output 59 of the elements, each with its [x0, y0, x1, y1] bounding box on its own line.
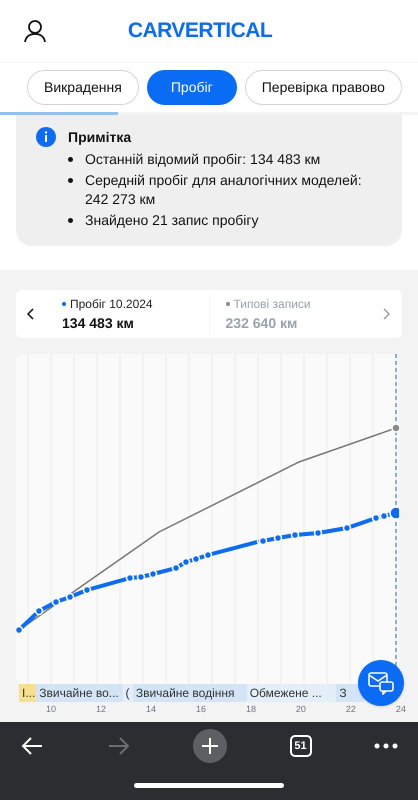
tab[interactable]: Пробіг: [146, 70, 237, 105]
axis-label: 24: [396, 704, 406, 714]
tab[interactable]: Викрадення: [27, 70, 139, 105]
mileage-point[interactable]: [148, 570, 158, 578]
chat-button[interactable]: [358, 660, 404, 706]
mail-icon: [368, 671, 394, 695]
user-icon[interactable]: [24, 19, 46, 43]
summary-value: 232 640 км: [226, 314, 298, 332]
mileage-point[interactable]: [34, 606, 44, 616]
axis-label: 14: [146, 704, 156, 714]
summary-value: 134 483 км: [62, 314, 135, 332]
mileage-point[interactable]: [314, 528, 322, 538]
timeline-segment: З: [336, 684, 364, 702]
summary-label: Пробіг 10.2024: [70, 296, 153, 312]
tab-count-button[interactable]: 51: [290, 735, 312, 757]
summary-label: Типові записи: [234, 296, 311, 312]
mileage-point[interactable]: [204, 550, 212, 560]
plus-icon: [201, 737, 219, 755]
new-tab-button[interactable]: [193, 729, 227, 763]
timeline-segment: Звичайне во...: [36, 684, 122, 702]
mileage-point[interactable]: [258, 536, 268, 546]
mileage-point[interactable]: [182, 558, 190, 566]
mileage-point[interactable]: [290, 530, 300, 540]
timeline-segment: (: [122, 684, 133, 702]
axis-label: 22: [346, 704, 356, 714]
mileage-point[interactable]: [126, 574, 134, 582]
mileage-point[interactable]: [372, 514, 380, 522]
mileage-point[interactable]: [52, 598, 60, 606]
logo[interactable]: CARVERTICAL: [128, 15, 272, 47]
mileage-point[interactable]: [16, 626, 24, 634]
axis-label: 10: [46, 704, 56, 714]
timeline-segment: Звичайне водіння: [132, 684, 247, 702]
bullet-icon: [68, 178, 73, 183]
more-icon[interactable]: [374, 743, 398, 749]
bullet-icon: [68, 218, 73, 223]
mileage-point[interactable]: [389, 506, 399, 520]
mileage-point[interactable]: [274, 534, 282, 542]
mileage-point[interactable]: [66, 592, 74, 602]
tab[interactable]: Перевірка правово: [244, 70, 402, 105]
timeline-segment: Обмежене ...: [246, 684, 336, 702]
typical-mileage-point[interactable]: [391, 423, 399, 433]
mileage-point[interactable]: [136, 572, 146, 582]
mileage-point[interactable]: [172, 564, 180, 572]
note-title: Примітка: [68, 128, 132, 147]
axis-label: 16: [196, 704, 206, 714]
mileage-point[interactable]: [82, 586, 92, 594]
back-icon[interactable]: [20, 736, 44, 756]
mileage-point[interactable]: [380, 512, 388, 520]
mileage-point[interactable]: [342, 524, 352, 532]
timeline-segment: І...: [19, 684, 36, 702]
axis-label: 12: [96, 704, 106, 714]
mileage-point[interactable]: [192, 554, 200, 564]
note-item: Знайдено 21 запис пробігу: [85, 211, 259, 230]
bullet-icon: [68, 157, 73, 162]
axis-label: 20: [296, 704, 306, 714]
note-item: Останній відомий пробіг: 134 483 км: [85, 150, 320, 169]
axis-label: 18: [246, 704, 256, 714]
note-item: Середній пробіг для аналогічних моделей: 242 273 км: [85, 171, 363, 209]
info-icon: [36, 127, 56, 147]
